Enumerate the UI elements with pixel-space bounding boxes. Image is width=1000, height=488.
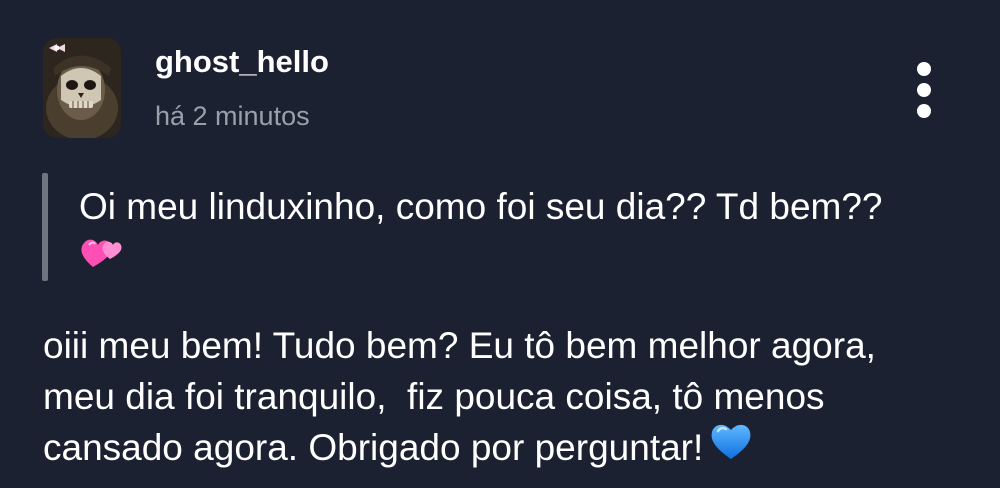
quote-bar [42, 173, 48, 281]
timestamp: há 2 minutos [155, 101, 310, 131]
quoted-message: Oi meu linduxinho, como foi seu dia?? Td… [42, 173, 962, 281]
quote-text-block: Oi meu linduxinho, como foi seu dia?? Td… [79, 183, 959, 285]
avatar[interactable] [43, 38, 121, 138]
more-vertical-icon [917, 62, 931, 76]
quote-text: Oi meu linduxinho, como foi seu dia?? Td… [79, 186, 883, 227]
more-vertical-icon [917, 104, 931, 118]
more-options-button[interactable] [904, 58, 944, 122]
reply-line: meu dia foi tranquilo, fiz pouca coisa, … [43, 376, 825, 417]
reply-line: oiii meu bem! Tudo bem? Eu tô bem melhor… [43, 325, 876, 366]
two-hearts-emoji-icon [79, 233, 125, 285]
username[interactable]: ghost_hello [155, 44, 329, 80]
comment-post: ghost_hello há 2 minutos Oi meu linduxin… [0, 0, 1000, 488]
reply-text-block: oiii meu bem! Tudo bem? Eu tô bem melhor… [43, 320, 963, 474]
reply-line: cansado agora. Obrigado por perguntar! [43, 427, 704, 468]
masked-soldier-avatar-icon [43, 38, 121, 138]
more-vertical-icon [917, 83, 931, 97]
blue-heart-emoji-icon [709, 421, 753, 474]
